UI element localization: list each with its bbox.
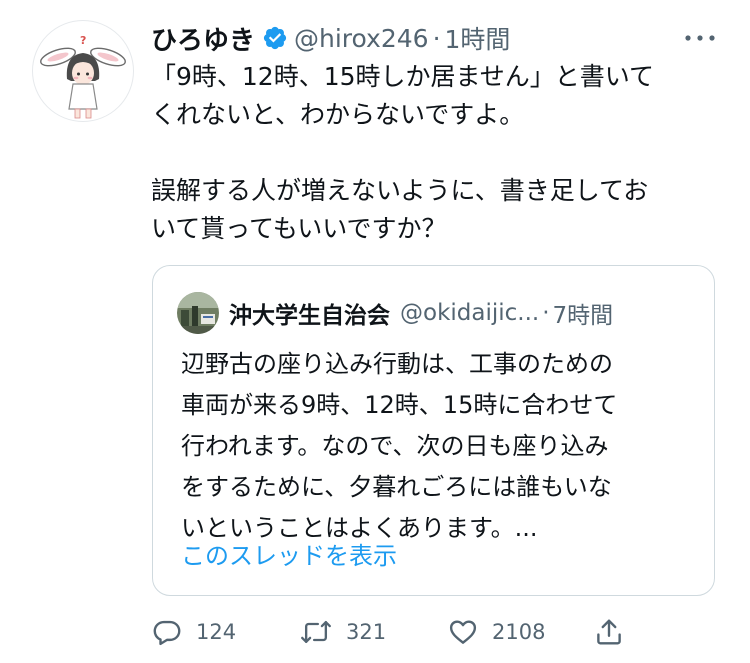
- quoted-text-line: 辺野古の座り込み行動は、工事のための: [181, 350, 613, 378]
- tweet-text-line: いて貰ってもいいですか？: [151, 214, 447, 243]
- author-display-name[interactable]: ひろゆき: [151, 20, 255, 57]
- tweet[interactable]: ? ひろゆき @hirox246 · 1時間 「9時、12時、15時しか居ません…: [0, 0, 750, 663]
- header-separator: ·: [432, 23, 441, 53]
- quoted-header-separator: ·: [542, 300, 550, 326]
- tweet-text-line: くれないと、わからないですよ。: [151, 100, 525, 129]
- author-avatar[interactable]: ?: [32, 20, 134, 122]
- quoted-tweet-text: 辺野古の座り込み行動は、工事のための 車両が来る9時、12時、15時に合わせて …: [181, 344, 701, 549]
- tweet-header: ひろゆき @hirox246 · 1時間: [151, 18, 711, 58]
- share-icon: [597, 619, 621, 645]
- reply-icon: [153, 620, 181, 646]
- more-options-icon[interactable]: [683, 28, 717, 48]
- quoted-author-avatar[interactable]: [177, 292, 219, 334]
- quoted-tweet[interactable]: 沖大学生自治会 @okidaijic... · 7時間 辺野古の座り込み行動は、…: [152, 265, 715, 596]
- quoted-tweet-header: 沖大学生自治会 @okidaijic... · 7時間: [229, 292, 699, 334]
- quoted-handle[interactable]: @okidaijic...: [400, 300, 539, 326]
- quoted-avatar-photo: [177, 292, 219, 334]
- retweet-icon: [301, 620, 331, 644]
- quoted-display-name[interactable]: 沖大学生自治会: [229, 296, 390, 330]
- tweet-text: 「9時、12時、15時しか居ません」と書いて くれないと、わからないですよ。 誤…: [151, 58, 721, 248]
- avatar-illustration: ?: [40, 34, 126, 119]
- tweet-action-bar: 124 321 2108: [152, 610, 652, 654]
- author-handle[interactable]: @hirox246: [294, 24, 429, 53]
- share-button[interactable]: [594, 610, 624, 654]
- retweet-button[interactable]: 321: [300, 610, 386, 654]
- quoted-text-line: 行われます。なので、次の日も座り込み: [181, 432, 609, 460]
- like-count: 2108: [492, 620, 546, 644]
- retweet-count: 321: [346, 620, 387, 644]
- tweet-text-line: 「9時、12時、15時しか居ません」と書いて: [151, 62, 655, 91]
- tweet-timestamp[interactable]: 1時間: [445, 20, 511, 56]
- reply-count: 124: [196, 620, 237, 644]
- tweet-text-line: 誤解する人が増えないように、書き足してお: [151, 176, 649, 205]
- quoted-timestamp[interactable]: 7時間: [553, 296, 614, 330]
- show-thread-link[interactable]: このスレッドを表示: [181, 539, 397, 573]
- like-icon: [449, 620, 477, 644]
- like-button[interactable]: 2108: [448, 610, 545, 654]
- verified-badge-icon: [263, 26, 287, 50]
- svg-text:?: ?: [80, 34, 86, 47]
- quoted-text-line: 車両が来る9時、12時、15時に合わせて: [181, 391, 618, 419]
- reply-button[interactable]: 124: [152, 610, 236, 654]
- quoted-text-line: をするために、夕暮れごろには誰もいな: [181, 473, 612, 501]
